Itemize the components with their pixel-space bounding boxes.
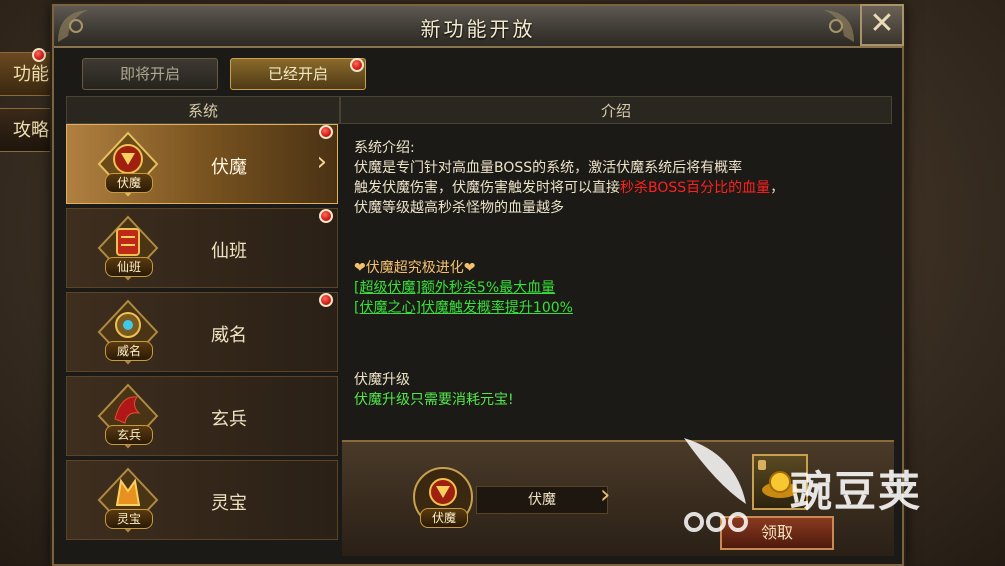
system-name: 灵宝 <box>211 493 247 514</box>
system-name: 仙班 <box>211 241 247 262</box>
notification-dot <box>319 125 333 139</box>
side-tab-label: 功能 <box>13 64 49 85</box>
heart-icon: ❤ <box>463 260 476 276</box>
upgrade-text: 伏魔升级只需要消耗元宝! <box>354 392 514 408</box>
system-name: 伏魔 <box>211 157 247 178</box>
intro-text: ， <box>770 180 785 196</box>
notification-dot <box>319 209 333 223</box>
evolve-link[interactable]: [伏魔之心]伏魔触发概率提升100% <box>354 298 784 318</box>
tab-label: 即将开启 <box>119 65 180 83</box>
selected-system-name: 伏魔 <box>476 486 608 514</box>
tab-opened[interactable]: 已经开启 <box>230 58 366 90</box>
system-name: 玄兵 <box>211 409 247 430</box>
tab-label: 已经开启 <box>267 65 328 83</box>
intro-text: 触发伏魔伤害，伏魔伤害触发时将可以直接 <box>354 180 620 196</box>
emblem-label: 灵宝 <box>105 509 153 529</box>
column-header-intro: 介绍 <box>340 96 892 124</box>
intro-line: 伏魔等级越高秒杀怪物的血量越多 <box>354 200 564 216</box>
system-item-weiming[interactable]: 威名 威名 <box>66 292 338 372</box>
intro-line: 伏魔是专门针对高血量BOSS的系统，激活伏魔系统后将有概率 <box>354 160 743 176</box>
evolve-title-text: 伏魔超究极进化 <box>365 260 464 276</box>
emblem-label: 威名 <box>105 341 153 361</box>
system-name: 威名 <box>211 325 247 346</box>
intro-heading: 系统介绍: <box>354 140 415 156</box>
title-bar: 新功能开放 ✕ <box>54 4 904 48</box>
tab-upcoming[interactable]: 即将开启 <box>82 58 218 90</box>
emblem-label: 仙班 <box>105 257 153 277</box>
notification-dot <box>32 48 46 62</box>
system-item-xuanbing[interactable]: 玄兵 玄兵 <box>66 376 338 456</box>
chevron-right-icon: › <box>600 480 611 510</box>
evolve-link[interactable]: [超级伏魔]额外秒杀5%最大血量 <box>354 278 784 298</box>
notification-dot <box>319 293 333 307</box>
upgrade-title: 伏魔升级 <box>354 372 410 388</box>
column-header-system: 系统 <box>66 96 340 124</box>
evolve-title: ❤伏魔超究极进化❤ <box>354 258 784 278</box>
system-item-xianban[interactable]: 仙班 仙班 <box>66 208 338 288</box>
side-tab-label: 攻略 <box>13 120 49 141</box>
window-title: 新功能开放 <box>420 17 536 41</box>
emblem-label: 伏魔 <box>420 508 468 528</box>
side-tab-function[interactable]: 功能 <box>0 52 56 96</box>
notification-dot <box>350 58 364 72</box>
emblem-label: 玄兵 <box>105 425 153 445</box>
side-tab-guide[interactable]: 攻略 <box>0 108 56 152</box>
watermark-text: 豌豆荚 <box>790 467 923 516</box>
close-icon: ✕ <box>869 6 895 41</box>
heart-icon: ❤ <box>354 260 366 276</box>
intro-line: 触发伏魔伤害，伏魔伤害触发时将可以直接秒杀BOSS百分比的血量， <box>354 178 784 198</box>
highlight-text: 秒杀BOSS百分比的血量 <box>620 180 771 196</box>
system-item-lingbao[interactable]: 灵宝 灵宝 <box>66 460 338 540</box>
intro-panel: 系统介绍: 伏魔是专门针对高血量BOSS的系统，激活伏魔系统后将有概率 触发伏魔… <box>354 138 784 410</box>
chevron-right-icon: › <box>316 147 327 177</box>
emblem-label: 伏魔 <box>105 173 153 193</box>
close-button[interactable]: ✕ <box>860 4 904 46</box>
system-item-fumo[interactable]: 伏魔 伏魔 › <box>66 124 338 204</box>
